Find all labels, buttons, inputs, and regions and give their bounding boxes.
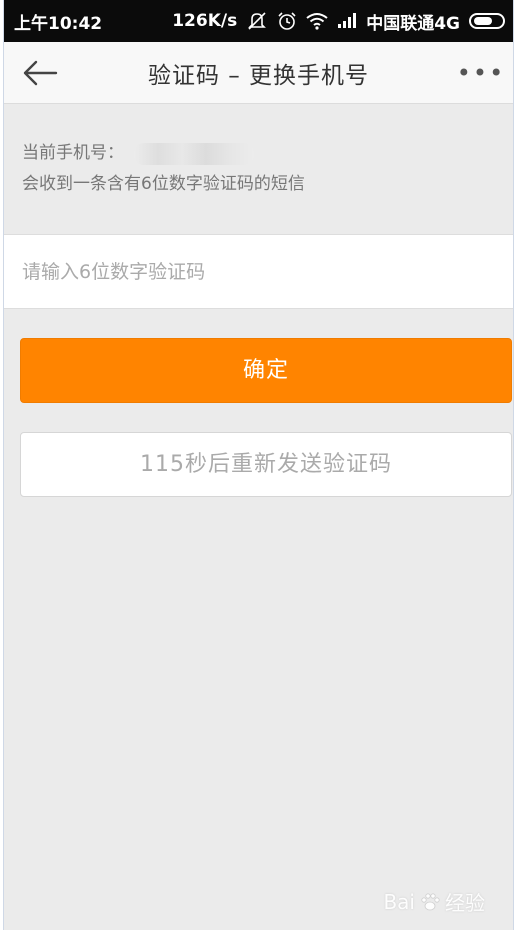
current-phone-label: 当前手机号： (22, 143, 124, 163)
back-button[interactable] (18, 54, 62, 92)
app-frame: 上午10:42 126K/s 中国联通4G 验证码 – 更换手机号 ••• 当前… (3, 0, 514, 930)
sms-hint: 会收到一条含有6位数字验证码的短信 (22, 174, 305, 194)
status-bar: 上午10:42 126K/s 中国联通4G (4, 0, 513, 42)
more-icon: ••• (456, 59, 506, 87)
confirm-button[interactable]: 确定 (20, 338, 512, 403)
back-arrow-icon (23, 60, 58, 86)
verification-code-input[interactable] (22, 260, 513, 283)
wifi-icon (306, 12, 328, 30)
code-input-row (4, 234, 513, 309)
signal-icon (337, 13, 357, 29)
info-section: 当前手机号： 会收到一条含有6位数字验证码的短信 (22, 138, 305, 200)
alarm-icon (277, 11, 297, 31)
current-phone-row: 当前手机号： (22, 138, 305, 169)
paw-icon (421, 892, 440, 910)
masked-phone-number (134, 142, 254, 165)
nav-bar: 验证码 – 更换手机号 ••• (4, 42, 513, 104)
status-time: 上午10:42 (14, 13, 103, 34)
baidu-jingyan-watermark: Bai 经验 (383, 887, 485, 916)
watermark-text: Bai (383, 889, 415, 914)
battery-icon (469, 13, 505, 29)
resend-code-button[interactable]: 115秒后重新发送验证码 (20, 432, 512, 497)
network-speed: 126K/s (172, 11, 238, 31)
more-options-button[interactable]: ••• (457, 56, 503, 90)
status-right: 126K/s 中国联通4G (172, 9, 505, 34)
watermark-suffix: 经验 (445, 891, 485, 915)
mute-icon (246, 11, 268, 31)
carrier-name: 中国联通4G (366, 13, 460, 34)
page-title: 验证码 – 更换手机号 (147, 62, 370, 89)
